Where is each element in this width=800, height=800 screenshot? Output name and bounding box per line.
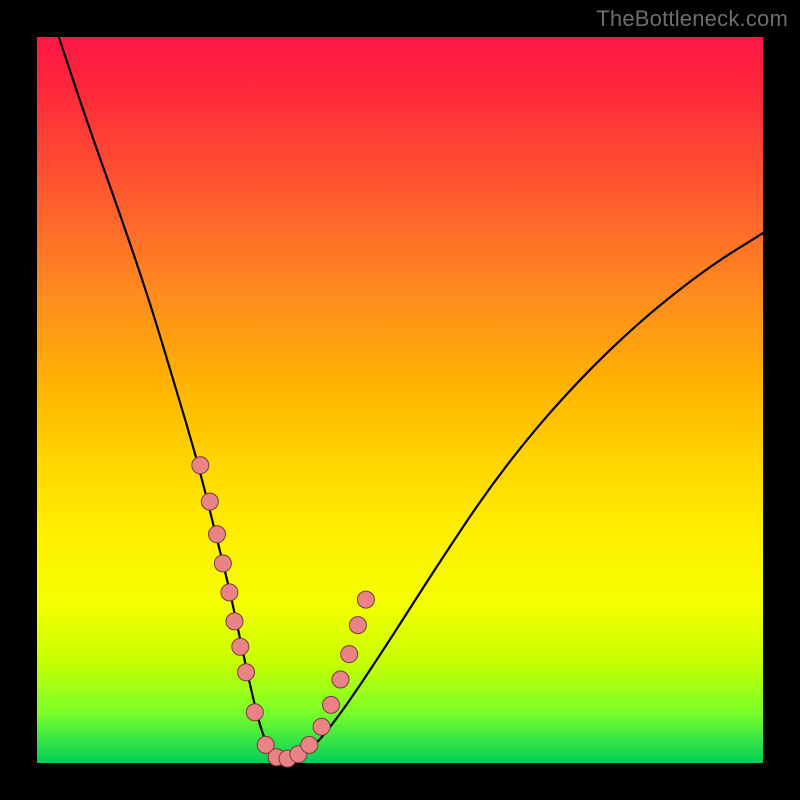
- marker-point: [313, 718, 330, 735]
- marker-point: [214, 555, 231, 572]
- marker-group: [192, 457, 375, 767]
- chart-frame: TheBottleneck.com: [0, 0, 800, 800]
- bottleneck-curve: [59, 37, 763, 758]
- marker-point: [357, 591, 374, 608]
- marker-point: [332, 671, 349, 688]
- marker-point: [201, 493, 218, 510]
- marker-point: [221, 584, 238, 601]
- plot-area: [37, 37, 763, 763]
- marker-point: [323, 696, 340, 713]
- marker-point: [209, 526, 226, 543]
- marker-point: [349, 617, 366, 634]
- marker-point: [192, 457, 209, 474]
- chart-svg: [37, 37, 763, 763]
- marker-point: [238, 664, 255, 681]
- marker-point: [226, 613, 243, 630]
- marker-point: [301, 736, 318, 753]
- watermark-text: TheBottleneck.com: [596, 6, 788, 32]
- marker-point: [246, 704, 263, 721]
- marker-point: [232, 638, 249, 655]
- marker-point: [341, 646, 358, 663]
